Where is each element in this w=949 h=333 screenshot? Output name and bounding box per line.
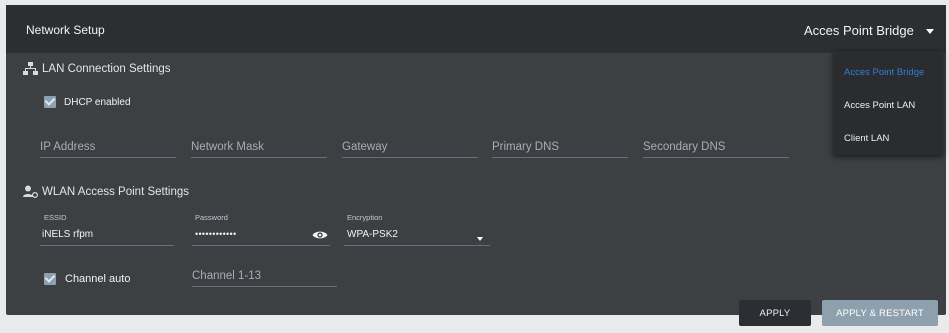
apply-restart-button[interactable]: APPLY & RESTART: [822, 300, 938, 326]
channel-auto-checkbox[interactable]: [44, 273, 56, 285]
page-title: Network Setup: [26, 23, 105, 37]
panel-header: Network Setup Acces Point Bridge: [6, 5, 946, 53]
eye-icon[interactable]: [312, 230, 328, 240]
gateway-field[interactable]: [342, 135, 478, 158]
ip-address-input[interactable]: [40, 138, 176, 156]
chevron-down-icon: [925, 28, 934, 34]
network-icon: [23, 62, 38, 75]
ip-address-field[interactable]: [40, 135, 176, 158]
network-mask-input[interactable]: [191, 138, 327, 156]
wlan-section-label: WLAN Access Point Settings: [42, 185, 190, 198]
wlan-section-title: WLAN Access Point Settings: [23, 185, 189, 198]
channel-auto-label: Channel auto: [65, 273, 131, 285]
primary-dns-field[interactable]: [492, 135, 628, 158]
channel-field[interactable]: [192, 264, 337, 287]
gateway-input[interactable]: [342, 138, 478, 156]
encryption-value[interactable]: WPA-PSK2: [347, 229, 398, 240]
network-setup-panel: Network Setup Acces Point Bridge LAN Con…: [6, 5, 946, 315]
essid-field[interactable]: iNELS rfpm: [40, 223, 174, 246]
encryption-label: Encryption: [347, 213, 383, 222]
mode-dropdown-menu: Acces Point Bridge Acces Point LAN Clien…: [833, 51, 943, 155]
mode-select[interactable]: Acces Point Bridge: [804, 18, 934, 42]
dhcp-label: DHCP enabled: [64, 96, 131, 108]
dhcp-checkbox[interactable]: [44, 96, 56, 108]
encryption-select[interactable]: WPA-PSK2: [344, 223, 490, 246]
password-label: Password: [195, 213, 228, 222]
apply-button[interactable]: APPLY: [739, 300, 811, 326]
wifi-user-icon: [23, 185, 38, 198]
mode-select-value: Acces Point Bridge: [804, 22, 914, 38]
password-field[interactable]: ••••••••••••: [192, 223, 330, 246]
lan-section-label: LAN Connection Settings: [42, 62, 171, 75]
channel-auto-checkbox-row[interactable]: Channel auto: [44, 273, 130, 285]
secondary-dns-field[interactable]: [643, 135, 789, 158]
channel-input[interactable]: [192, 267, 337, 285]
menu-item-acces-point-bridge[interactable]: Acces Point Bridge: [844, 67, 924, 78]
dhcp-checkbox-row[interactable]: DHCP enabled: [44, 96, 131, 108]
network-mask-field[interactable]: [191, 135, 327, 158]
chevron-down-icon[interactable]: [477, 237, 483, 241]
menu-item-acces-point-lan[interactable]: Acces Point LAN: [844, 100, 915, 111]
essid-value[interactable]: iNELS rfpm: [42, 229, 93, 240]
primary-dns-input[interactable]: [492, 138, 628, 156]
lan-section-title: LAN Connection Settings: [23, 62, 171, 75]
secondary-dns-input[interactable]: [643, 138, 789, 156]
password-value[interactable]: ••••••••••••: [195, 229, 236, 239]
menu-item-client-lan[interactable]: Client LAN: [844, 133, 889, 144]
essid-label: ESSID: [44, 213, 67, 222]
